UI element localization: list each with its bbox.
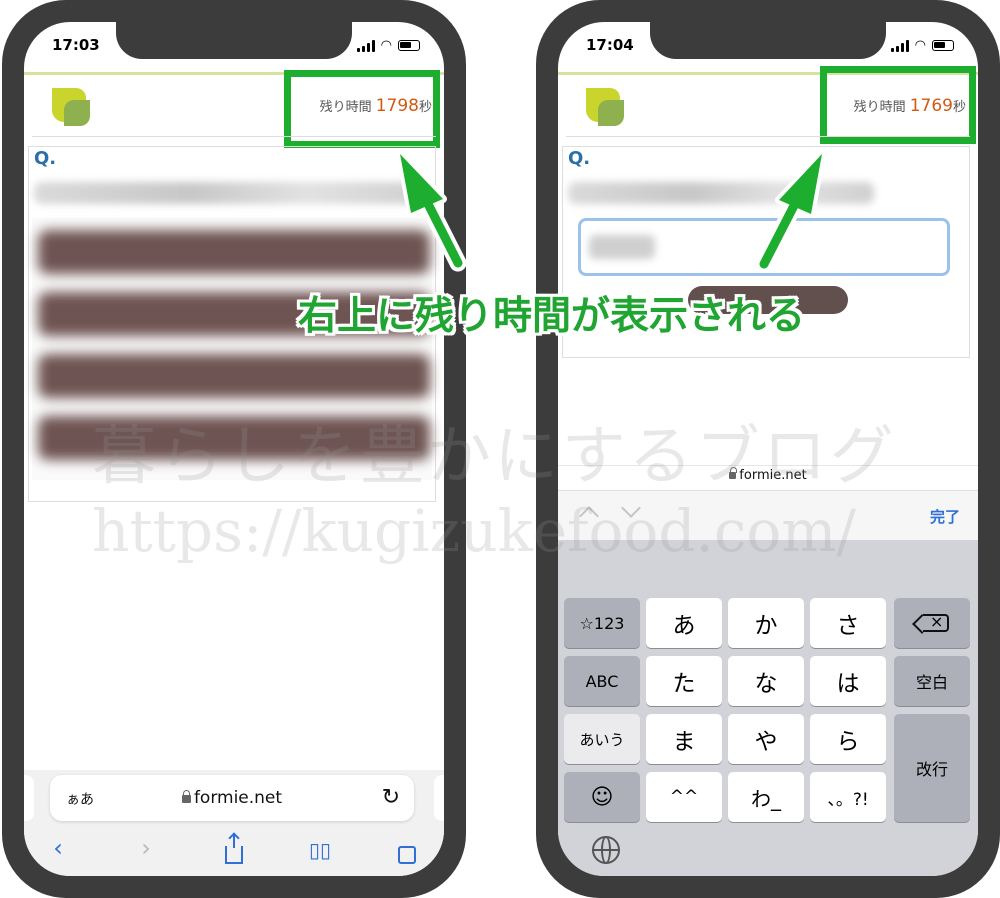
status-time: 17:04 <box>586 36 634 54</box>
choice-option[interactable] <box>38 230 430 274</box>
phone-left: 17:03 ◠ 残り時間 1798秒 Q. ぁあ formie.net ↻ ‹ … <box>2 0 466 898</box>
japanese-kana-keyboard: ☆123 あ か さ ABC た な は 空白 あいう ま や ら 改行 ☺ ^… <box>558 540 978 876</box>
lock-icon <box>181 790 191 803</box>
key-ta[interactable]: た <box>646 656 722 706</box>
question-mark: Q. <box>34 148 57 169</box>
screen-left: 17:03 ◠ 残り時間 1798秒 Q. ぁあ formie.net ↻ ‹ … <box>24 22 444 876</box>
key-ya[interactable]: や <box>728 714 804 764</box>
notch <box>116 22 352 59</box>
header-divider <box>566 136 970 137</box>
reload-icon[interactable]: ↻ <box>382 785 400 810</box>
prev-tab-stub[interactable] <box>24 775 34 821</box>
key-numbers[interactable]: ☆123 <box>564 598 640 648</box>
choice-option[interactable] <box>38 354 430 398</box>
key-ra[interactable]: ら <box>810 714 886 764</box>
phone-right: 17:04 ◠ 残り時間 1769秒 Q. formie.net 完了 ☆123… <box>536 0 1000 898</box>
wifi-icon: ◠ <box>914 38 926 53</box>
key-a[interactable]: あ <box>646 598 722 648</box>
bookmarks-icon[interactable]: ▯▯ <box>302 838 338 862</box>
key-sa[interactable]: さ <box>810 598 886 648</box>
header-divider <box>32 136 436 137</box>
emoji-icon: ☺ <box>590 784 614 810</box>
wifi-icon: ◠ <box>380 38 392 53</box>
status-icons: ◠ <box>890 38 954 53</box>
key-punctuation[interactable]: 、。?! <box>810 772 886 822</box>
blurred-question-text <box>34 182 424 204</box>
backspace-icon <box>923 612 949 632</box>
blurred-answer-text <box>589 235 655 259</box>
status-time: 17:03 <box>52 36 100 54</box>
previous-field-icon[interactable] <box>579 506 599 526</box>
key-ma[interactable]: ま <box>646 714 722 764</box>
callout-text: 右上に残り時間が表示される <box>298 294 806 339</box>
compact-url[interactable]: formie.net <box>558 467 978 488</box>
key-na[interactable]: な <box>728 656 804 706</box>
forward-icon[interactable]: › <box>128 834 164 862</box>
choice-option[interactable] <box>38 416 430 460</box>
key-kaomoji[interactable]: ^^ <box>646 772 722 822</box>
key-abc[interactable]: ABC <box>564 656 640 706</box>
done-button[interactable]: 完了 <box>930 506 960 527</box>
url-line-divider <box>558 465 978 466</box>
key-backspace[interactable] <box>894 598 970 648</box>
key-wa[interactable]: わ_ <box>728 772 804 822</box>
status-icons: ◠ <box>356 38 420 53</box>
lock-icon <box>729 467 738 479</box>
screen-right: 17:04 ◠ 残り時間 1769秒 Q. formie.net 完了 ☆123… <box>558 22 978 876</box>
key-emoji[interactable]: ☺ <box>564 772 640 822</box>
battery-icon <box>398 40 420 51</box>
url-domain: formie.net <box>193 788 283 808</box>
blurred-question-text <box>568 182 874 204</box>
answer-input[interactable] <box>578 218 950 276</box>
key-kana-mode[interactable]: あいう <box>564 714 640 764</box>
site-logo[interactable] <box>52 88 90 126</box>
next-field-icon[interactable] <box>621 498 641 518</box>
safari-toolbar: ‹ › ▯▯ <box>24 826 444 876</box>
url-bar[interactable]: ぁあ formie.net ↻ <box>50 775 414 821</box>
timer-highlight-box <box>820 66 976 144</box>
key-return[interactable]: 改行 <box>894 714 970 822</box>
question-mark: Q. <box>568 148 591 169</box>
safari-url-row: ぁあ formie.net ↻ <box>24 770 444 826</box>
battery-icon <box>932 40 954 51</box>
next-tab-stub[interactable] <box>434 775 444 821</box>
signal-icon <box>890 39 909 52</box>
key-ka[interactable]: か <box>728 598 804 648</box>
signal-icon <box>356 39 375 52</box>
choice-list <box>32 218 432 480</box>
key-space[interactable]: 空白 <box>894 656 970 706</box>
keyboard-accessory-bar: 完了 <box>558 490 978 540</box>
globe-icon[interactable] <box>592 836 620 864</box>
url-domain: formie.net <box>739 468 807 483</box>
site-logo[interactable] <box>586 88 624 126</box>
url-display[interactable]: formie.net <box>50 788 414 808</box>
back-icon[interactable]: ‹ <box>40 834 76 862</box>
notch <box>650 22 886 59</box>
key-ha[interactable]: は <box>810 656 886 706</box>
